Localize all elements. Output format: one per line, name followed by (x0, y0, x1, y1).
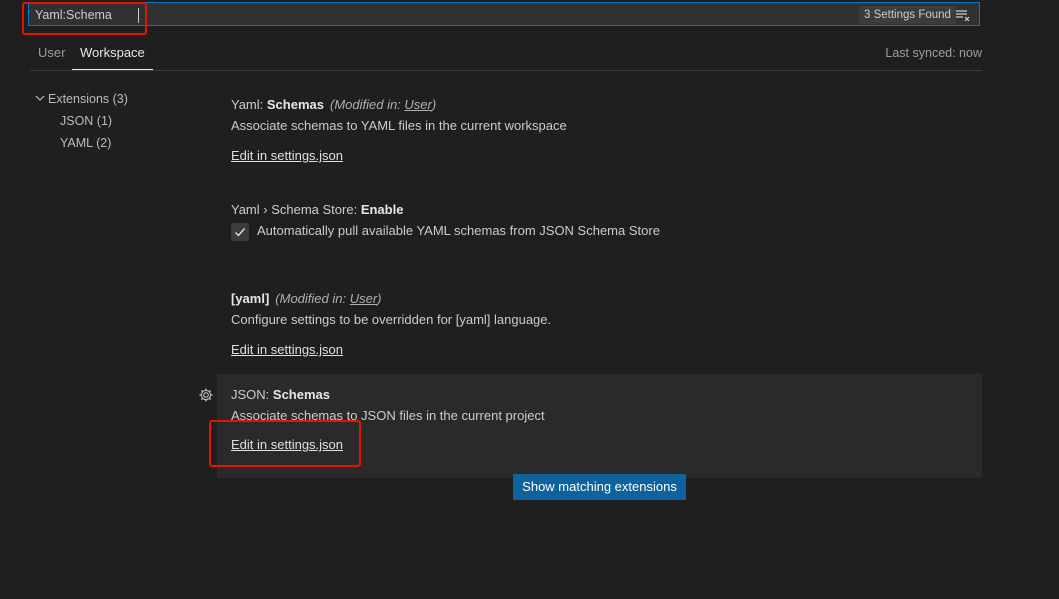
setting-json-schemas: JSON: Schemas Associate schemas to JSON … (199, 374, 982, 478)
checkbox-row: Automatically pull available YAML schema… (231, 222, 968, 241)
setting-title: [yaml] (Modified in: User) (231, 290, 968, 308)
gear-icon[interactable] (198, 387, 214, 403)
last-synced-status: Last synced: now (885, 46, 982, 60)
edit-in-settings-json-link[interactable]: Edit in settings.json (231, 437, 343, 452)
setting-category: Yaml: (231, 97, 267, 112)
setting-description: Associate schemas to JSON files in the c… (231, 408, 545, 423)
settings-toc: Extensions (3) JSON (1) YAML (2) (34, 88, 204, 154)
setting-title: Yaml › Schema Store: Enable (231, 201, 968, 219)
enable-checkbox[interactable] (231, 222, 249, 241)
modified-in-user-link[interactable]: User (404, 97, 431, 112)
check-icon (235, 227, 246, 237)
settings-tabs: User Workspace Last synced: now (30, 38, 982, 71)
chevron-down-icon (34, 89, 48, 111)
toc-item-label: Extensions (3) (48, 92, 128, 106)
toc-item-json[interactable]: JSON (1) (34, 110, 204, 132)
setting-category: Yaml › Schema Store: (231, 202, 361, 217)
edit-in-settings-json-link[interactable]: Edit in settings.json (231, 148, 343, 163)
tab-workspace[interactable]: Workspace (72, 45, 153, 70)
setting-title: JSON: Schemas (231, 386, 968, 404)
modified-in-user-link[interactable]: User (350, 291, 377, 306)
setting-title: Yaml: Schemas (Modified in: User) (231, 96, 968, 114)
edit-in-settings-json-link[interactable]: Edit in settings.json (231, 342, 343, 357)
setting-name: [yaml] (231, 291, 270, 306)
setting-yaml-language: [yaml] (Modified in: User) Configure sett… (217, 270, 982, 374)
modified-prefix: (Modified in: (329, 97, 405, 112)
modified-indicator: (Modified in: User) (330, 97, 436, 112)
setting-description: Configure settings to be overridden for … (231, 312, 552, 327)
text-caret (138, 8, 139, 23)
modified-prefix: (Modified in: (275, 291, 350, 306)
setting-name: Enable (360, 202, 404, 217)
show-matching-extensions-button[interactable]: Show matching extensions (513, 474, 686, 500)
tab-user[interactable]: User (30, 45, 73, 69)
modified-suffix: ) (431, 97, 437, 112)
search-input[interactable] (35, 6, 735, 24)
modified-indicator: (Modified in: User) (275, 291, 381, 306)
setting-category: JSON: (231, 387, 273, 402)
setting-name: Schemas (272, 387, 330, 402)
toc-item-yaml[interactable]: YAML (2) (34, 132, 204, 154)
setting-yaml-schemas: Yaml: Schemas (Modified in: User) Associa… (217, 88, 982, 179)
setting-yaml-schema-store-enable: Yaml › Schema Store: Enable Automaticall… (217, 179, 982, 270)
settings-search-box[interactable]: 3 Settings Found (28, 2, 980, 26)
toc-item-extensions[interactable]: Extensions (3) (34, 88, 204, 110)
checkbox-label: Automatically pull available YAML schema… (257, 223, 660, 238)
modified-suffix: ) (377, 291, 382, 306)
setting-name: Schemas (266, 97, 324, 112)
results-count-badge: 3 Settings Found (859, 6, 956, 24)
clear-filter-icon[interactable] (955, 7, 971, 23)
setting-description: Associate schemas to YAML files in the c… (231, 118, 567, 133)
settings-list: Yaml: Schemas (Modified in: User) Associa… (199, 88, 982, 478)
